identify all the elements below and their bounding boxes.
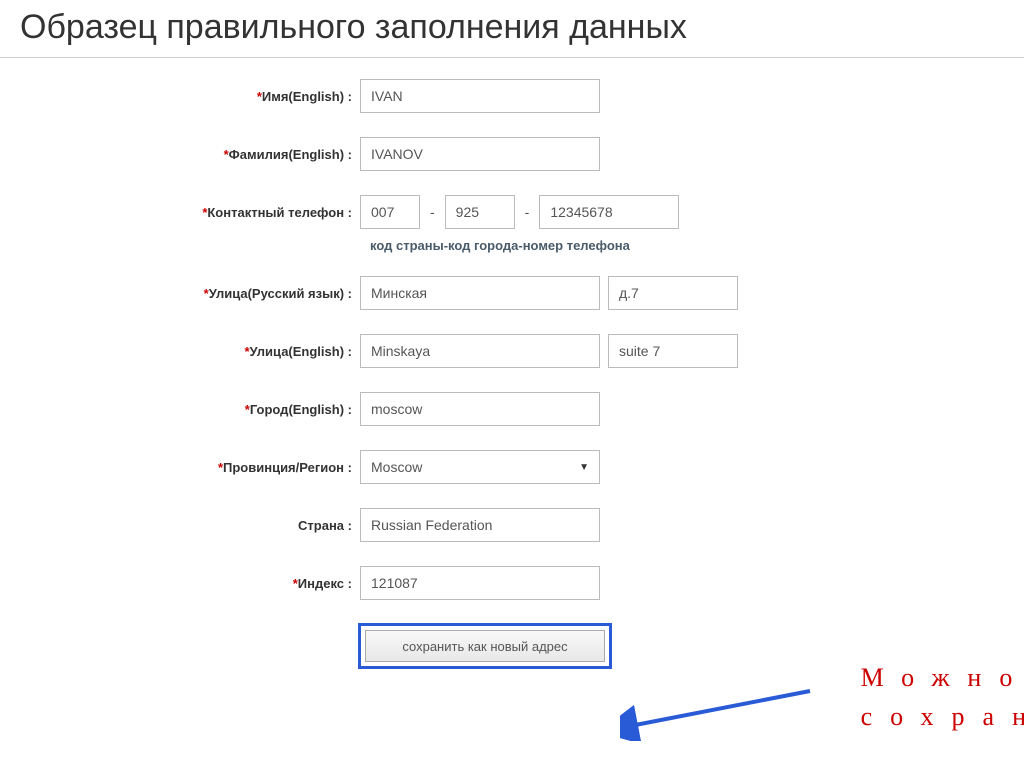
postal-input[interactable] xyxy=(360,566,600,600)
street-en-suite-input[interactable] xyxy=(608,334,738,368)
annotation-line2: сохран xyxy=(861,697,1024,736)
annotation-arrow-icon xyxy=(620,681,820,741)
region-select[interactable]: Moscow ▼ xyxy=(360,450,600,484)
annotation-text: Можно сохран xyxy=(861,658,1024,736)
label-region: *Провинция/Регион : xyxy=(0,460,360,475)
phone-number-input[interactable] xyxy=(539,195,679,229)
page-title: Образец правильного заполнения данных xyxy=(0,0,1024,57)
street-ru-input[interactable] xyxy=(360,276,600,310)
phone-city-input[interactable] xyxy=(445,195,515,229)
annotation-line1: Можно xyxy=(861,658,1024,697)
row-street-en: *Улица(English) : xyxy=(0,333,1024,369)
label-name: *Имя(English) : xyxy=(0,89,360,104)
phone-hint: код страны-код города-номер телефона xyxy=(370,238,1024,253)
name-input[interactable] xyxy=(360,79,600,113)
row-name: *Имя(English) : xyxy=(0,78,1024,114)
phone-dash: - xyxy=(523,204,532,220)
label-country: Страна : xyxy=(0,518,360,533)
row-city: *Город(English) : xyxy=(0,391,1024,427)
label-street-ru: *Улица(Русский язык) : xyxy=(0,286,360,301)
street-ru-suite-input[interactable] xyxy=(608,276,738,310)
label-postal: *Индекс : xyxy=(0,576,360,591)
row-street-ru: *Улица(Русский язык) : xyxy=(0,275,1024,311)
chevron-down-icon: ▼ xyxy=(579,462,589,473)
surname-input[interactable] xyxy=(360,137,600,171)
row-country: Страна : xyxy=(0,507,1024,543)
phone-dash: - xyxy=(428,204,437,220)
street-en-input[interactable] xyxy=(360,334,600,368)
form-panel: *Имя(English) : *Фамилия(English) : *Кон… xyxy=(0,57,1024,669)
label-phone: *Контактный телефон : xyxy=(0,205,360,220)
phone-country-input[interactable] xyxy=(360,195,420,229)
row-surname: *Фамилия(English) : xyxy=(0,136,1024,172)
row-region: *Провинция/Регион : Moscow ▼ xyxy=(0,449,1024,485)
row-postal: *Индекс : xyxy=(0,565,1024,601)
label-street-en: *Улица(English) : xyxy=(0,344,360,359)
region-select-value: Moscow xyxy=(371,459,422,475)
label-surname: *Фамилия(English) : xyxy=(0,147,360,162)
save-button-highlight: сохранить как новый адрес xyxy=(358,623,612,669)
label-city: *Город(English) : xyxy=(0,402,360,417)
save-button[interactable]: сохранить как новый адрес xyxy=(365,630,605,662)
city-input[interactable] xyxy=(360,392,600,426)
country-input[interactable] xyxy=(360,508,600,542)
row-phone: *Контактный телефон : - - xyxy=(0,194,1024,230)
